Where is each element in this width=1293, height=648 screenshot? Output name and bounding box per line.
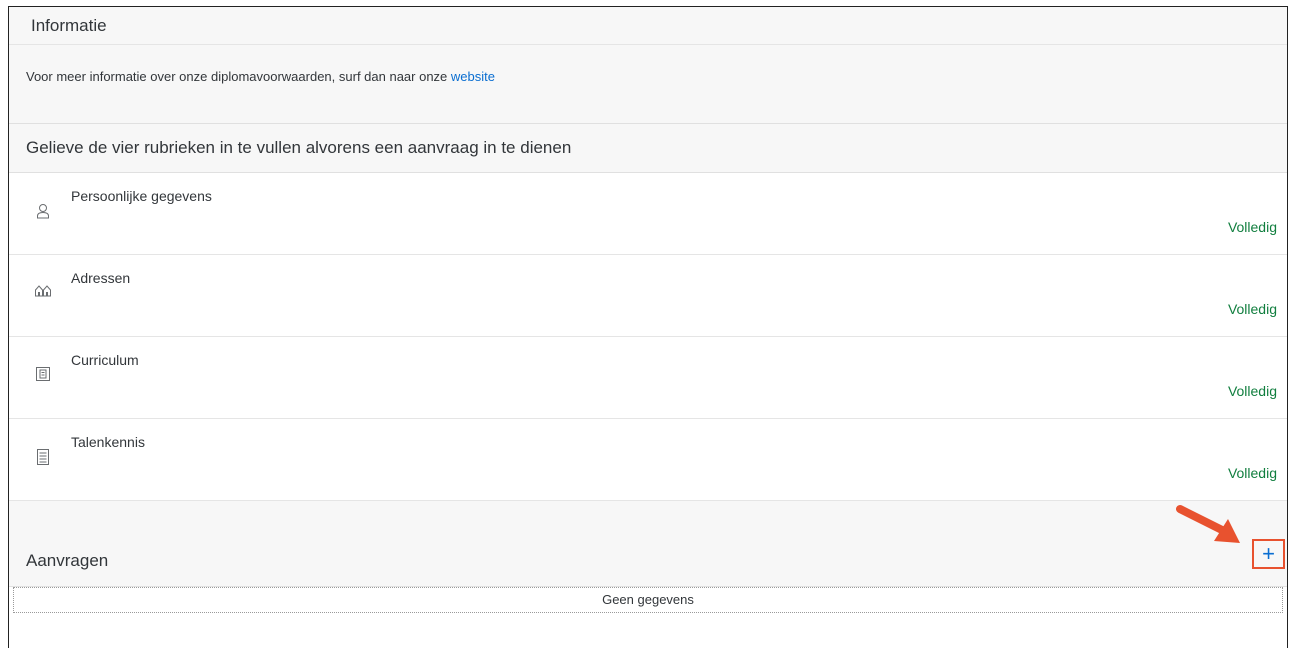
- add-aanvraag-button[interactable]: +: [1252, 539, 1285, 569]
- document-icon: [35, 449, 51, 465]
- person-icon: [35, 203, 51, 219]
- list-item-label: Adressen: [71, 270, 131, 286]
- website-link[interactable]: website: [451, 69, 495, 84]
- status-text: Volledig: [1227, 301, 1277, 317]
- curriculum-icon: [35, 367, 51, 383]
- status-text: Volledig: [1227, 219, 1277, 235]
- list-item-label: Persoonlijke gegevens: [71, 188, 212, 204]
- list-item-label: Curriculum: [71, 352, 139, 368]
- info-section-body: Voor meer informatie over onze diplomavo…: [9, 45, 1287, 124]
- status-text: Volledig: [1227, 383, 1277, 399]
- aanvragen-header: Aanvragen +: [9, 501, 1287, 587]
- list-item-persoonlijke-gegevens[interactable]: Persoonlijke gegevens Volledig: [9, 173, 1287, 255]
- list-item-adressen[interactable]: Adressen Volledig: [9, 255, 1287, 337]
- main-panel: Informatie Voor meer informatie over onz…: [8, 6, 1288, 648]
- list-item-curriculum[interactable]: Curriculum Volledig: [9, 337, 1287, 419]
- arrow-annotation-icon: [1176, 505, 1240, 543]
- empty-table-message: Geen gegevens: [13, 587, 1283, 613]
- list-item-talenkennis[interactable]: Talenkennis Volledig: [9, 419, 1287, 501]
- list-item-label: Talenkennis: [71, 434, 145, 450]
- rubrieken-title: Gelieve de vier rubrieken in te vullen a…: [9, 124, 1287, 173]
- houses-icon: [35, 285, 51, 301]
- info-section-title: Informatie: [9, 7, 1287, 45]
- info-text: Voor meer informatie over onze diplomavo…: [26, 69, 451, 84]
- aanvragen-title: Aanvragen: [26, 551, 109, 570]
- status-text: Volledig: [1227, 465, 1277, 481]
